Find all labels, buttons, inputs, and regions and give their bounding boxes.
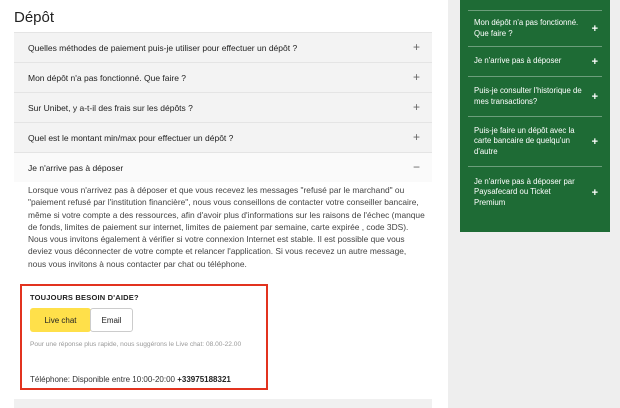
- plus-icon[interactable]: +: [413, 131, 420, 143]
- sidebar-item[interactable]: Mon dépôt n'a pas fonctionné. Que faire …: [468, 10, 602, 46]
- plus-icon[interactable]: +: [413, 71, 420, 83]
- live-chat-button[interactable]: Live chat: [30, 308, 91, 332]
- sidebar-item-label: Puis-je faire un dépôt avec la carte ban…: [474, 125, 575, 156]
- main-content: Dépôt Quelles méthodes de paiement puis-…: [0, 0, 448, 408]
- plus-icon[interactable]: +: [413, 41, 420, 53]
- faq-item[interactable]: Quel est le montant min/max pour effectu…: [14, 122, 432, 152]
- related-questions-sidebar: Mon dépôt n'a pas fonctionné. Que faire …: [460, 0, 610, 232]
- faq-item-open[interactable]: Je n'arrive pas à déposer −: [14, 152, 432, 182]
- plus-icon: +: [591, 186, 598, 199]
- faq-question: Je n'arrive pas à déposer: [28, 162, 124, 173]
- sidebar-item-label: Puis-je consulter l'historique de mes tr…: [474, 86, 582, 106]
- faq-item[interactable]: Sur Unibet, y a-t-il des frais sur les d…: [14, 92, 432, 122]
- phone-info: Téléphone: Disponible entre 10:00-20:00 …: [30, 375, 231, 384]
- help-box: TOUJOURS BESOIN D'AIDE? Live chat Email …: [20, 284, 268, 390]
- faq-question: Quelles méthodes de paiement puis-je uti…: [28, 42, 298, 53]
- faq-answer: Lorsque vous n'arrivez pas à déposer et …: [28, 185, 425, 269]
- phone-label: Téléphone: Disponible entre 10:00-20:00: [30, 375, 175, 384]
- plus-icon: +: [591, 135, 598, 148]
- faq-item[interactable]: Mon dépôt n'a pas fonctionné. Que faire …: [14, 62, 432, 92]
- sidebar-item-label: Mon dépôt n'a pas fonctionné. Que faire …: [474, 18, 579, 38]
- faq-item[interactable]: Quelles méthodes de paiement puis-je uti…: [14, 32, 432, 62]
- sidebar-item[interactable]: Je n'arrive pas à déposer par Paysafecar…: [468, 166, 602, 218]
- next-faq-item[interactable]: [14, 399, 432, 408]
- sidebar-item-label: Je n'arrive pas à déposer par Paysafecar…: [474, 176, 575, 207]
- faq-question: Mon dépôt n'a pas fonctionné. Que faire …: [28, 72, 187, 83]
- sidebar-item[interactable]: Puis-je faire un dépôt avec la carte ban…: [468, 116, 602, 166]
- plus-icon: +: [591, 55, 598, 68]
- plus-icon: +: [591, 22, 598, 35]
- help-title: TOUJOURS BESOIN D'AIDE?: [30, 293, 139, 302]
- faq-question: Sur Unibet, y a-t-il des frais sur les d…: [28, 102, 193, 113]
- faq-question: Quel est le montant min/max pour effectu…: [28, 132, 234, 143]
- sidebar-item-label: Je n'arrive pas à déposer: [474, 56, 562, 66]
- email-button[interactable]: Email: [90, 308, 133, 332]
- plus-icon[interactable]: +: [413, 101, 420, 113]
- plus-icon: +: [591, 90, 598, 103]
- sidebar-item[interactable]: Je n'arrive pas à déposer +: [468, 46, 602, 76]
- section-title: Dépôt: [14, 9, 55, 26]
- minus-icon[interactable]: −: [413, 161, 420, 173]
- page: Dépôt Quelles méthodes de paiement puis-…: [0, 0, 620, 408]
- help-hint: Pour une réponse plus rapide, nous suggé…: [30, 341, 242, 348]
- phone-number[interactable]: +33975188321: [177, 375, 231, 384]
- sidebar-item[interactable]: Puis-je consulter l'historique de mes tr…: [468, 76, 602, 116]
